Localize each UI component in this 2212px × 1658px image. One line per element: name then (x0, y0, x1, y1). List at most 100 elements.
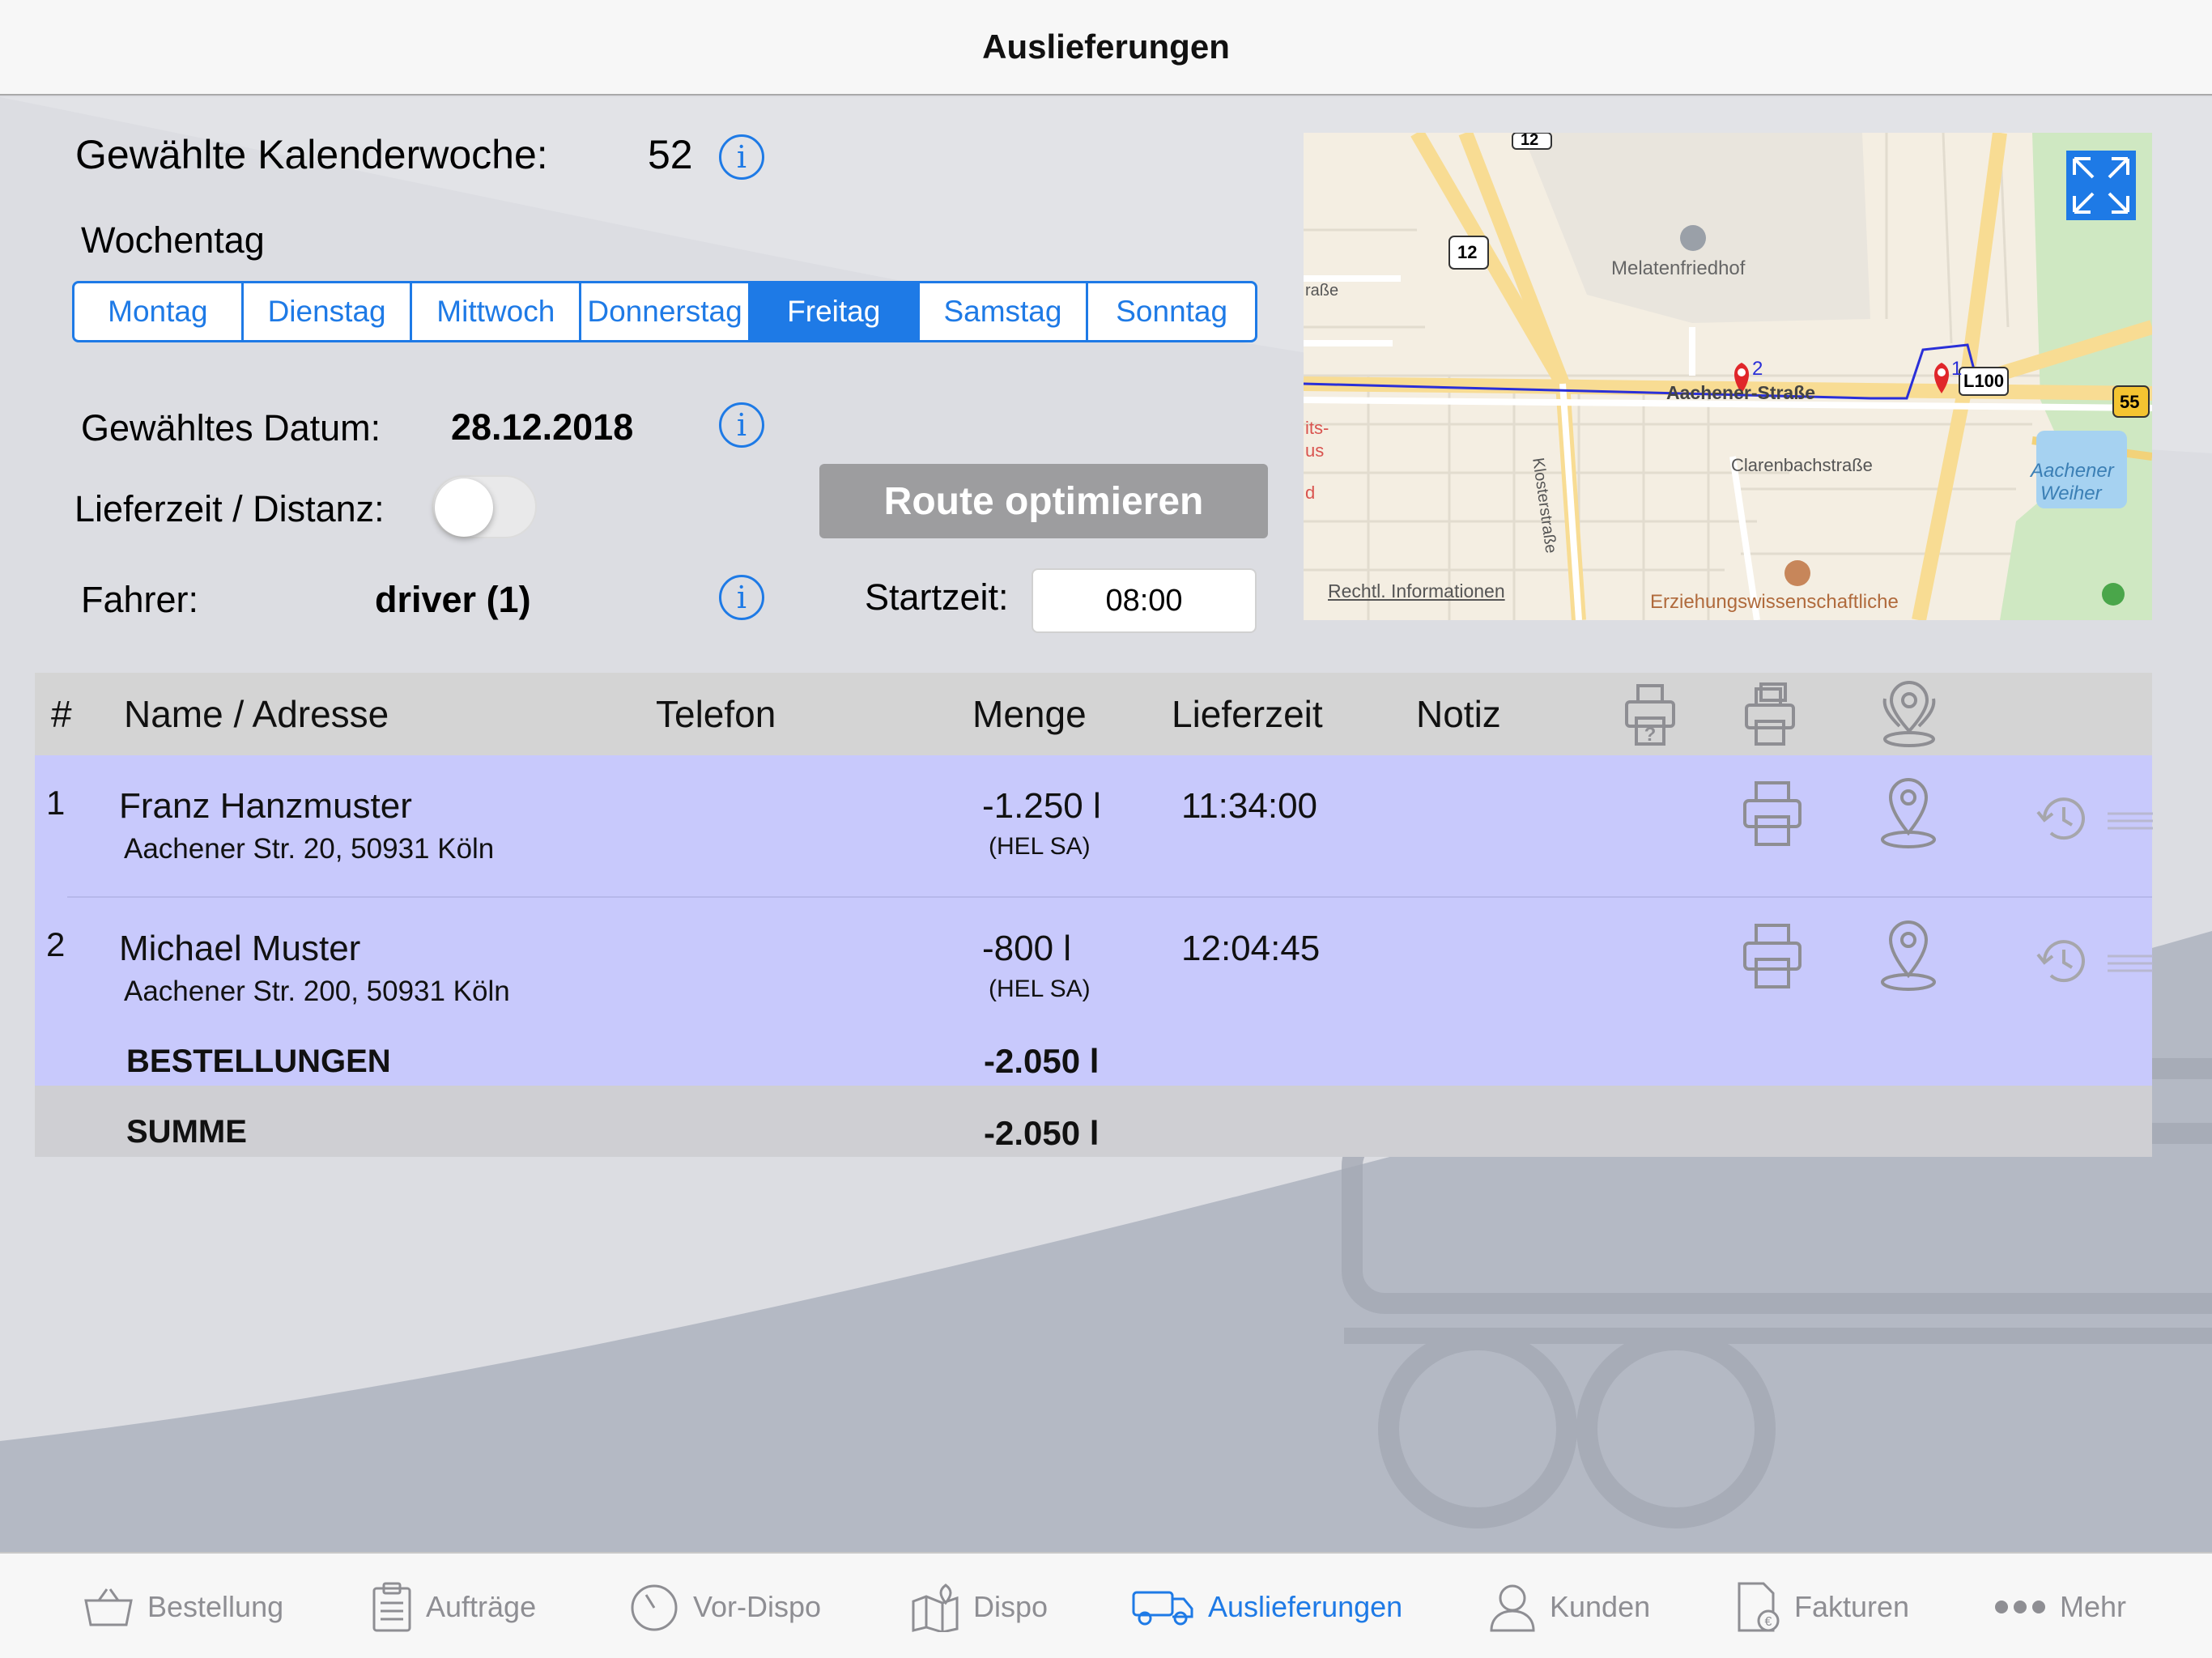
row-num: 1 (46, 784, 66, 822)
tab-label: Dispo (973, 1589, 1049, 1623)
col-header-phone: Telefon (656, 693, 776, 735)
map-label-strasse-left: raße (1305, 282, 1339, 300)
tab-label: Auslieferungen (1208, 1589, 1403, 1623)
weekday-mittwoch[interactable]: Mittwoch (410, 283, 579, 340)
nav-bar: Auslieferungen (0, 0, 2212, 96)
map-all-pins-icon[interactable] (1877, 681, 1942, 749)
col-header-name: Name / Adresse (124, 693, 389, 735)
tab-mehr[interactable]: Mehr (1993, 1554, 2126, 1658)
delivery-distance-toggle[interactable] (432, 475, 537, 538)
map-shield-12-top: 12 (1521, 133, 1539, 149)
tab-fakturen[interactable]: € Fakturen (1736, 1554, 1909, 1658)
customer-address: Aachener Str. 200, 50931 Köln (124, 976, 510, 1007)
basket-icon (84, 1588, 133, 1626)
print-icon[interactable] (1742, 922, 1803, 990)
history-icon[interactable] (2035, 794, 2091, 843)
map-icon (912, 1583, 959, 1632)
map-canvas (1304, 133, 2152, 620)
weekday-label: Wochentag (81, 219, 265, 261)
tab-label: Mehr (2060, 1589, 2127, 1623)
summe-value: -2.050 l (984, 1114, 1100, 1152)
clipboard-icon (372, 1582, 411, 1631)
week-label: Gewählte Kalenderwoche: (75, 132, 548, 177)
quantity: -1.250 l (982, 786, 1101, 826)
route-optimize-button[interactable]: Route optimieren (819, 464, 1268, 538)
tab-bestellung[interactable]: Bestellung (83, 1554, 283, 1658)
driver-label: Fahrer: (81, 579, 199, 620)
toggle-knob (435, 478, 493, 537)
week-value: 52 (648, 132, 693, 177)
row-num: 2 (46, 925, 66, 963)
delivery-time: 11:34:00 (1181, 786, 1318, 826)
bestellungen-value: -2.050 l (984, 1042, 1100, 1080)
location-pin-icon[interactable] (1876, 776, 1941, 849)
weekday-donnerstag[interactable]: Donnerstag (579, 283, 748, 340)
more-icon (1995, 1600, 2045, 1613)
reorder-handle-icon[interactable] (2108, 810, 2153, 831)
map-label-us: us (1305, 440, 1325, 461)
person-icon (1490, 1584, 1535, 1631)
route-map[interactable]: 12 12 L100 55 Melatenfriedhof Aachener-S… (1304, 133, 2152, 620)
print-all-icon[interactable] (1743, 682, 1800, 747)
weekday-sonntag[interactable]: Sonntag (1086, 283, 1255, 340)
date-value: 28.12.2018 (451, 406, 634, 448)
col-header-qty: Menge (972, 693, 1087, 735)
col-header-note: Notiz (1416, 693, 1501, 735)
map-label-its: its- (1305, 418, 1329, 438)
weekday-segmented-control: Montag Dienstag Mittwoch Donnerstag Frei… (72, 281, 1257, 342)
delivery-time: 12:04:45 (1181, 929, 1321, 968)
tab-auslieferungen[interactable]: Auslieferungen (1130, 1554, 1402, 1658)
tab-bar: Bestellung Aufträge Vor-Dispo Dispo Ausl… (0, 1552, 2212, 1658)
map-label-aachener-weiher-2: Weiher (2040, 483, 2102, 504)
map-label-erziehungswissenschaftliche: Erziehungswissenschaftliche (1650, 591, 1899, 613)
week-info-icon[interactable]: i (719, 134, 764, 180)
print-icon[interactable] (1742, 780, 1803, 848)
tab-label: Vor-Dispo (693, 1589, 822, 1623)
start-time-label: Startzeit: (865, 576, 1009, 618)
page-title: Auslieferungen (982, 28, 1230, 66)
summe-label: SUMME (126, 1114, 247, 1150)
customer-name: Franz Hanzmuster (119, 786, 412, 826)
customer-name: Michael Muster (119, 929, 361, 968)
tab-label: Aufträge (426, 1589, 537, 1623)
toggle-label: Lieferzeit / Distanz: (74, 488, 385, 529)
driver-info-icon[interactable]: i (719, 575, 764, 620)
tab-dispo[interactable]: Dispo (910, 1554, 1048, 1658)
stopwatch-icon (631, 1584, 678, 1630)
map-legal-link[interactable]: Rechtl. Informationen (1328, 580, 1505, 602)
print-all-question-icon[interactable]: ? (1623, 682, 1680, 747)
weekday-samstag[interactable]: Samstag (917, 283, 1087, 340)
map-label-clarenbachstrasse: Clarenbachstraße (1731, 455, 1873, 475)
map-label-aachener-weiher-1: Aachener (2031, 460, 2114, 482)
customer-address: Aachener Str. 20, 50931 Köln (124, 833, 495, 865)
product-code: (HEL SA) (989, 976, 1091, 1002)
invoice-icon: € (1738, 1582, 1780, 1631)
truck-icon (1132, 1591, 1193, 1625)
map-label-d: d (1305, 483, 1316, 503)
row-divider (67, 896, 2152, 898)
date-info-icon[interactable]: i (719, 402, 764, 448)
tab-kunden[interactable]: Kunden (1488, 1554, 1650, 1658)
table-header: # Name / Adresse Telefon Menge Lieferzei… (35, 673, 2152, 755)
map-shield-55: 55 (2120, 392, 2140, 412)
delivery-table: # Name / Adresse Telefon Menge Lieferzei… (35, 673, 2153, 1157)
weekday-dienstag[interactable]: Dienstag (240, 283, 410, 340)
tab-auftraege[interactable]: Aufträge (371, 1554, 536, 1658)
start-time-field[interactable]: 08:00 (1032, 568, 1257, 633)
map-label-melatenfriedhof: Melatenfriedhof (1611, 257, 1746, 279)
bestellungen-label: BESTELLUNGEN (126, 1044, 391, 1079)
svg-text:?: ? (1644, 724, 1657, 746)
tab-vor-dispo[interactable]: Vor-Dispo (628, 1554, 821, 1658)
history-icon[interactable] (2035, 937, 2091, 985)
expand-icon (2066, 151, 2136, 220)
location-pin-icon[interactable] (1876, 919, 1941, 992)
tab-label: Fakturen (1794, 1589, 1910, 1623)
tab-label: Bestellung (147, 1589, 284, 1623)
reorder-handle-icon[interactable] (2108, 953, 2153, 974)
svg-text:€: € (1765, 1615, 1772, 1629)
map-shield-l100: L100 (1963, 371, 2005, 391)
map-pin-label-2: 2 (1752, 358, 1763, 380)
weekday-freitag[interactable]: Freitag (747, 283, 917, 340)
weekday-montag[interactable]: Montag (74, 283, 241, 340)
date-label: Gewähltes Datum: (81, 407, 381, 449)
